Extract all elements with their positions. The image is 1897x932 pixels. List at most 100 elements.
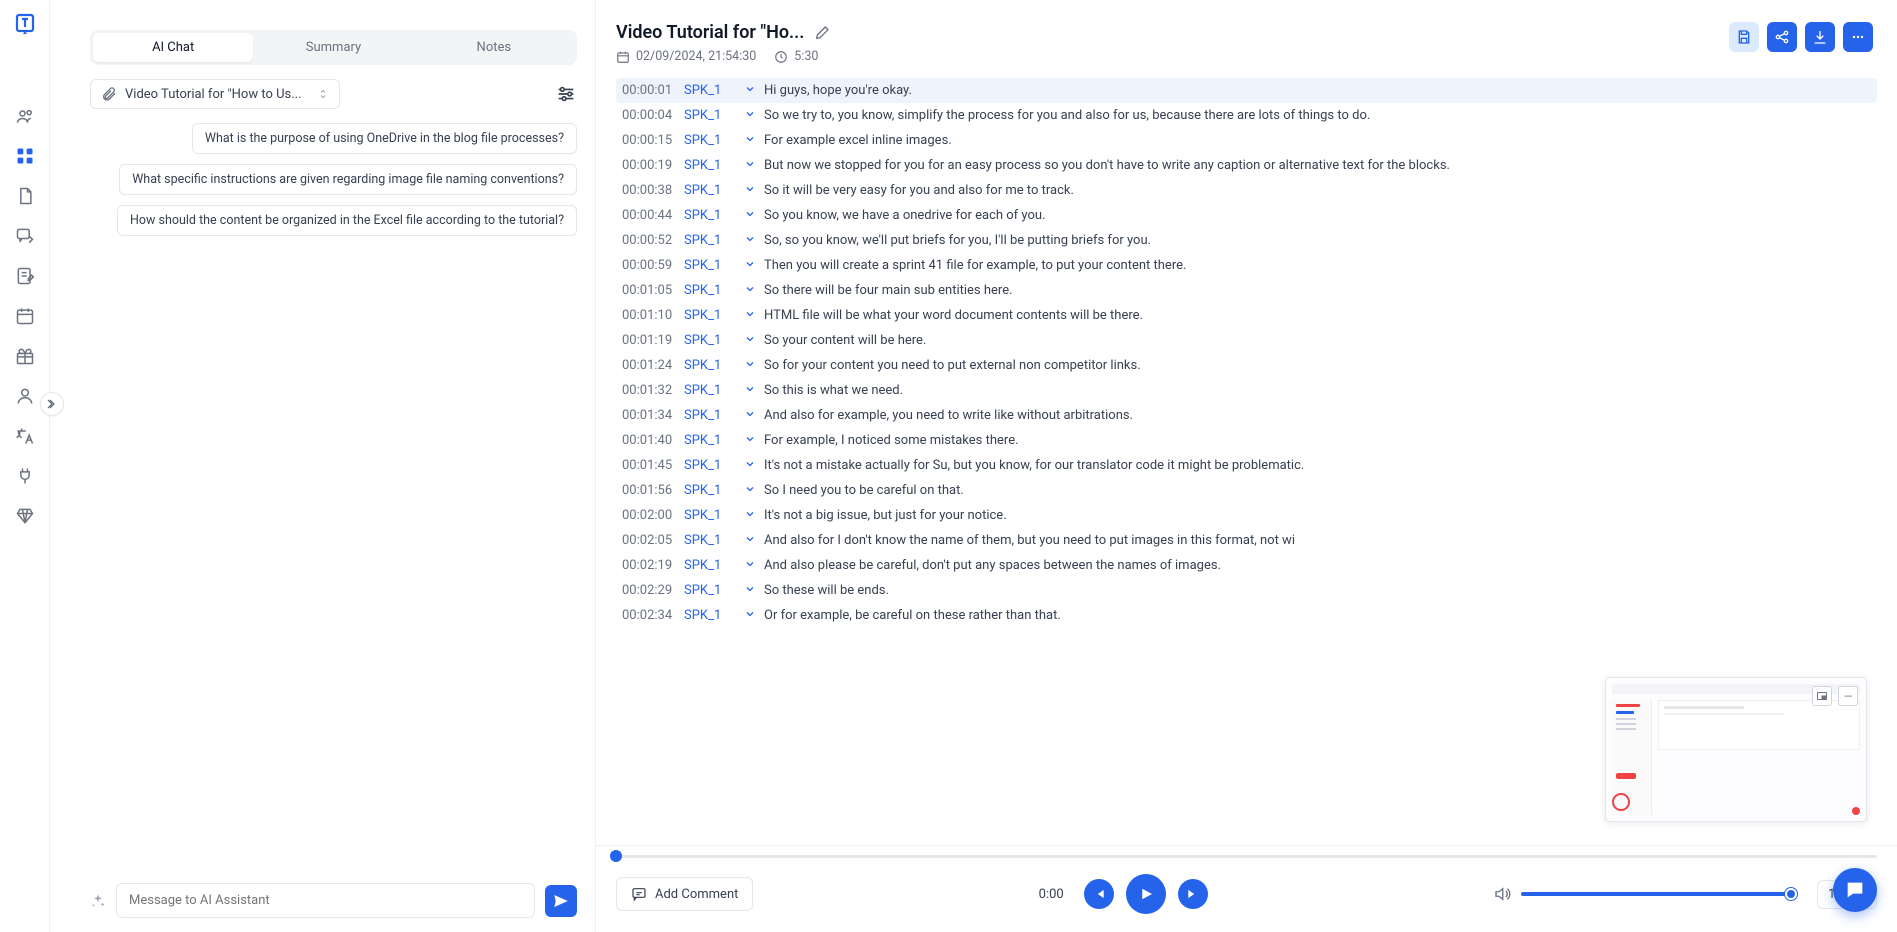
speaker-dropdown[interactable] [736, 358, 764, 370]
speaker-dropdown[interactable] [736, 233, 764, 245]
transcript-speaker[interactable]: SPK_1 [684, 308, 736, 323]
help-chat-button[interactable] [1833, 868, 1877, 912]
save-button[interactable] [1729, 22, 1759, 52]
speaker-dropdown[interactable] [736, 583, 764, 595]
download-button[interactable] [1805, 22, 1835, 52]
speaker-dropdown[interactable] [736, 333, 764, 345]
transcript-speaker[interactable]: SPK_1 [684, 233, 736, 248]
transcript-speaker[interactable]: SPK_1 [684, 108, 736, 123]
chat-arrow-icon[interactable] [15, 226, 35, 246]
progress-handle[interactable] [610, 850, 622, 862]
transcript-speaker[interactable]: SPK_1 [684, 408, 736, 423]
volume-slider[interactable] [1521, 892, 1791, 896]
transcript-speaker[interactable]: SPK_1 [684, 83, 736, 98]
file-selector[interactable]: Video Tutorial for "How to Us... [90, 79, 340, 109]
speaker-dropdown[interactable] [736, 458, 764, 470]
transcript-row[interactable]: 00:01:32SPK_1So this is what we need. [616, 378, 1877, 403]
user-icon[interactable] [15, 386, 35, 406]
video-thumbnail[interactable]: — [1605, 677, 1867, 822]
people-icon[interactable] [15, 106, 35, 126]
speaker-dropdown[interactable] [736, 558, 764, 570]
tab-ai-chat[interactable]: AI Chat [93, 33, 253, 62]
speaker-dropdown[interactable] [736, 433, 764, 445]
transcript-row[interactable]: 00:00:04SPK_1So we try to, you know, sim… [616, 103, 1877, 128]
speaker-dropdown[interactable] [736, 283, 764, 295]
transcript-speaker[interactable]: SPK_1 [684, 533, 736, 548]
transcript-row[interactable]: 00:01:40SPK_1For example, I noticed some… [616, 428, 1877, 453]
transcript-speaker[interactable]: SPK_1 [684, 208, 736, 223]
transcript-speaker[interactable]: SPK_1 [684, 583, 736, 598]
transcript-speaker[interactable]: SPK_1 [684, 508, 736, 523]
pip-button[interactable] [1812, 686, 1832, 706]
document-icon[interactable] [15, 186, 35, 206]
progress-bar[interactable] [616, 846, 1877, 866]
transcript-row[interactable]: 00:00:01SPK_1Hi guys, hope you're okay. [616, 78, 1877, 103]
filter-settings-button[interactable] [555, 83, 577, 105]
transcript-row[interactable]: 00:02:00SPK_1It's not a big issue, but j… [616, 503, 1877, 528]
transcript-speaker[interactable]: SPK_1 [684, 608, 736, 623]
minimize-thumb-button[interactable]: — [1838, 686, 1858, 706]
speaker-dropdown[interactable] [736, 108, 764, 120]
app-logo[interactable] [13, 12, 37, 36]
transcript-row[interactable]: 00:01:05SPK_1So there will be four main … [616, 278, 1877, 303]
speaker-dropdown[interactable] [736, 208, 764, 220]
transcript-row[interactable]: 00:02:34SPK_1Or for example, be careful … [616, 603, 1877, 628]
speaker-dropdown[interactable] [736, 483, 764, 495]
sparkle-icon[interactable] [90, 893, 106, 909]
speaker-dropdown[interactable] [736, 308, 764, 320]
transcript-row[interactable]: 00:00:52SPK_1So, so you know, we'll put … [616, 228, 1877, 253]
transcript-speaker[interactable]: SPK_1 [684, 483, 736, 498]
plug-icon[interactable] [15, 466, 35, 486]
transcript-speaker[interactable]: SPK_1 [684, 358, 736, 373]
speaker-dropdown[interactable] [736, 508, 764, 520]
transcript-speaker[interactable]: SPK_1 [684, 158, 736, 173]
transcript-row[interactable]: 00:01:45SPK_1It's not a mistake actually… [616, 453, 1877, 478]
transcript-row[interactable]: 00:02:05SPK_1And also for I don't know t… [616, 528, 1877, 553]
tab-notes[interactable]: Notes [414, 33, 574, 62]
diamond-icon[interactable] [15, 506, 35, 526]
transcript-row[interactable]: 00:01:10SPK_1HTML file will be what your… [616, 303, 1877, 328]
play-button[interactable] [1126, 874, 1166, 914]
transcript-speaker[interactable]: SPK_1 [684, 458, 736, 473]
send-button[interactable] [545, 885, 577, 917]
grid-icon[interactable] [15, 146, 35, 166]
transcript-speaker[interactable]: SPK_1 [684, 558, 736, 573]
transcript-row[interactable]: 00:01:56SPK_1So I need you to be careful… [616, 478, 1877, 503]
suggestion-item[interactable]: What specific instructions are given reg… [119, 164, 577, 195]
speaker-dropdown[interactable] [736, 408, 764, 420]
speaker-dropdown[interactable] [736, 533, 764, 545]
chat-message-input[interactable] [116, 883, 535, 918]
speaker-dropdown[interactable] [736, 183, 764, 195]
transcript-row[interactable]: 00:00:15SPK_1For example excel inline im… [616, 128, 1877, 153]
edit-title-button[interactable] [814, 25, 830, 41]
speaker-dropdown[interactable] [736, 258, 764, 270]
add-comment-button[interactable]: Add Comment [616, 877, 753, 911]
volume-icon[interactable] [1493, 885, 1511, 903]
translate-icon[interactable] [15, 426, 35, 446]
volume-handle[interactable] [1785, 888, 1797, 900]
more-button[interactable] [1843, 22, 1873, 52]
share-button[interactable] [1767, 22, 1797, 52]
calendar-icon[interactable] [15, 306, 35, 326]
suggestion-item[interactable]: How should the content be organized in t… [117, 205, 577, 236]
tab-summary[interactable]: Summary [253, 33, 413, 62]
speaker-dropdown[interactable] [736, 158, 764, 170]
prev-button[interactable] [1084, 879, 1114, 909]
transcript-speaker[interactable]: SPK_1 [684, 258, 736, 273]
transcript-speaker[interactable]: SPK_1 [684, 383, 736, 398]
transcript-row[interactable]: 00:01:19SPK_1So your content will be her… [616, 328, 1877, 353]
transcript-row[interactable]: 00:02:19SPK_1And also please be careful,… [616, 553, 1877, 578]
transcript-speaker[interactable]: SPK_1 [684, 283, 736, 298]
edit-note-icon[interactable] [15, 266, 35, 286]
transcript-row[interactable]: 00:02:29SPK_1So these will be ends. [616, 578, 1877, 603]
transcript-speaker[interactable]: SPK_1 [684, 333, 736, 348]
speaker-dropdown[interactable] [736, 133, 764, 145]
transcript-speaker[interactable]: SPK_1 [684, 133, 736, 148]
next-button[interactable] [1178, 879, 1208, 909]
gift-icon[interactable] [15, 346, 35, 366]
transcript-row[interactable]: 00:00:44SPK_1So you know, we have a oned… [616, 203, 1877, 228]
transcript-speaker[interactable]: SPK_1 [684, 183, 736, 198]
speaker-dropdown[interactable] [736, 83, 764, 95]
transcript-speaker[interactable]: SPK_1 [684, 433, 736, 448]
transcript-row[interactable]: 00:00:38SPK_1So it will be very easy for… [616, 178, 1877, 203]
